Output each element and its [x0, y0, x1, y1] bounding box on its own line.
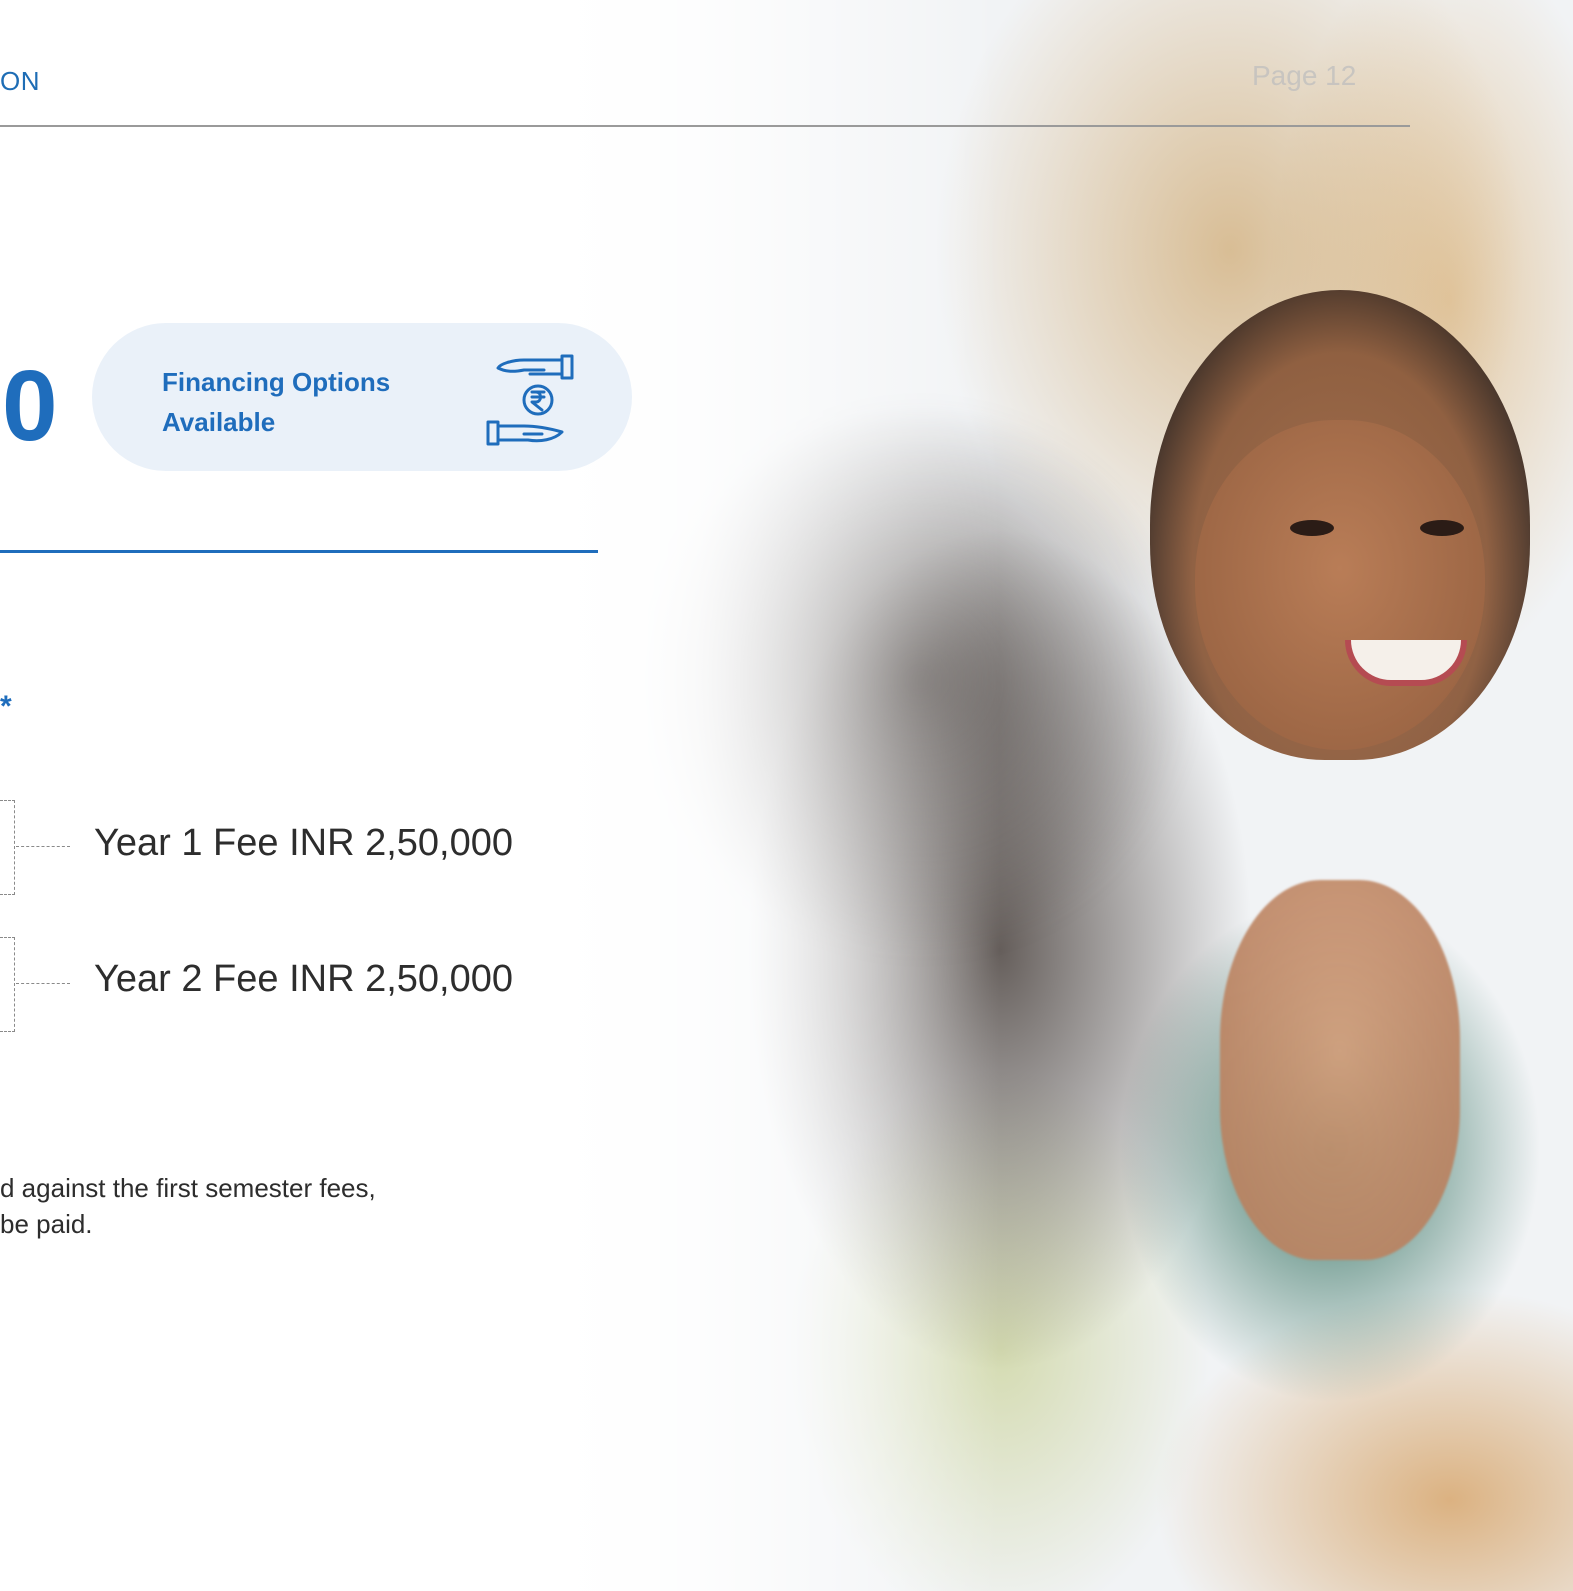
year2-fee: Year 2 Fee INR 2,50,000 [94, 958, 513, 1000]
year2-bracket [0, 937, 15, 1032]
section-divider [0, 550, 598, 553]
footnote-asterisk: * [0, 690, 12, 723]
section-label: ON [0, 66, 40, 96]
financing-line-1: Financing Options [162, 367, 391, 397]
year2-connector [16, 983, 70, 984]
financing-text: Financing Options Available [162, 362, 390, 442]
fee-note: d against the first semester fees, be pa… [0, 1170, 376, 1242]
page-number: Page 12 [1252, 60, 1357, 91]
fee-note-line-1: d against the first semester fees, [0, 1173, 376, 1203]
fee-big-digit: 0 [2, 350, 58, 462]
year1-connector [16, 846, 70, 847]
white-fade-overlay [0, 0, 1573, 1591]
year1-fee: Year 1 Fee INR 2,50,000 [94, 822, 513, 864]
year1-bracket [0, 800, 15, 895]
hand-rupee-icon [486, 354, 574, 446]
header-divider [0, 125, 1410, 127]
fee-note-line-2: be paid. [0, 1209, 93, 1239]
financing-line-2: Available [162, 407, 276, 437]
